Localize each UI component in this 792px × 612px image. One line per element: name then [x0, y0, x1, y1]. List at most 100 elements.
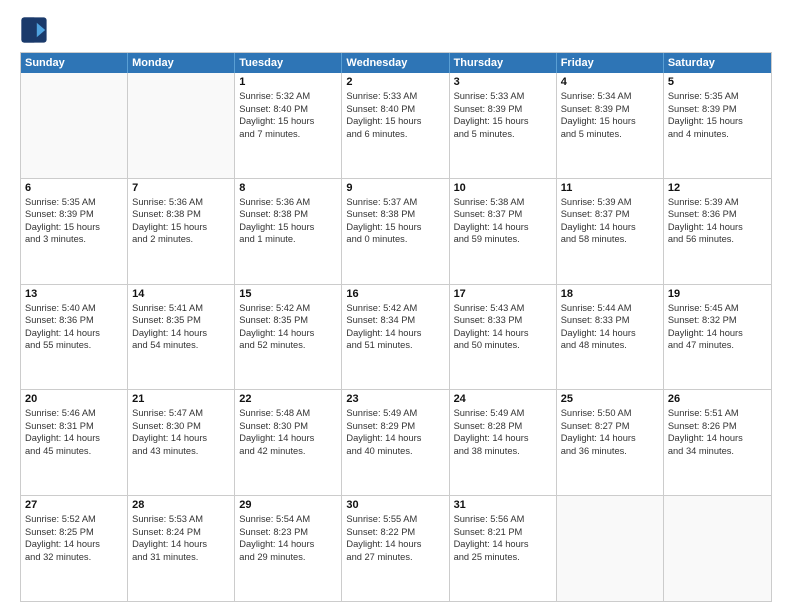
cell-line: Daylight: 14 hours — [346, 327, 444, 340]
cell-line: and 32 minutes. — [25, 551, 123, 564]
weekday-header: Thursday — [450, 53, 557, 73]
weekday-header: Tuesday — [235, 53, 342, 73]
cell-line: Sunrise: 5:48 AM — [239, 407, 337, 420]
calendar-cell: 2Sunrise: 5:33 AMSunset: 8:40 PMDaylight… — [342, 73, 449, 178]
day-number: 23 — [346, 393, 444, 405]
cell-line: Sunset: 8:35 PM — [132, 314, 230, 327]
calendar-cell: 12Sunrise: 5:39 AMSunset: 8:36 PMDayligh… — [664, 179, 771, 284]
cell-line: Sunrise: 5:36 AM — [239, 196, 337, 209]
cell-line: Sunset: 8:36 PM — [25, 314, 123, 327]
cell-line: Daylight: 14 hours — [561, 432, 659, 445]
cell-line: Sunset: 8:35 PM — [239, 314, 337, 327]
calendar-cell: 15Sunrise: 5:42 AMSunset: 8:35 PMDayligh… — [235, 285, 342, 390]
cell-line: Daylight: 14 hours — [454, 538, 552, 551]
cell-line: Sunrise: 5:39 AM — [561, 196, 659, 209]
cell-line: Sunset: 8:32 PM — [668, 314, 767, 327]
weekday-header: Sunday — [21, 53, 128, 73]
page: SundayMondayTuesdayWednesdayThursdayFrid… — [0, 0, 792, 612]
cell-line: Daylight: 15 hours — [346, 115, 444, 128]
day-number: 25 — [561, 393, 659, 405]
day-number: 22 — [239, 393, 337, 405]
cell-line: Sunrise: 5:43 AM — [454, 302, 552, 315]
weekday-header: Friday — [557, 53, 664, 73]
day-number: 15 — [239, 288, 337, 300]
cell-line: and 36 minutes. — [561, 445, 659, 458]
cell-line: Sunrise: 5:35 AM — [25, 196, 123, 209]
cell-line: and 58 minutes. — [561, 233, 659, 246]
day-number: 1 — [239, 76, 337, 88]
cell-line: Daylight: 15 hours — [132, 221, 230, 234]
calendar-cell — [557, 496, 664, 601]
weekday-header: Monday — [128, 53, 235, 73]
cell-line: Sunrise: 5:37 AM — [346, 196, 444, 209]
cell-line: Daylight: 14 hours — [25, 432, 123, 445]
cell-line: Sunrise: 5:40 AM — [25, 302, 123, 315]
cell-line: Daylight: 15 hours — [668, 115, 767, 128]
cell-line: and 34 minutes. — [668, 445, 767, 458]
cell-line: and 45 minutes. — [25, 445, 123, 458]
calendar-cell: 8Sunrise: 5:36 AMSunset: 8:38 PMDaylight… — [235, 179, 342, 284]
cell-line: and 3 minutes. — [25, 233, 123, 246]
cell-line: Daylight: 14 hours — [668, 221, 767, 234]
day-number: 18 — [561, 288, 659, 300]
cell-line: and 59 minutes. — [454, 233, 552, 246]
cell-line: Sunrise: 5:44 AM — [561, 302, 659, 315]
cell-line: and 48 minutes. — [561, 339, 659, 352]
calendar-cell: 14Sunrise: 5:41 AMSunset: 8:35 PMDayligh… — [128, 285, 235, 390]
calendar-cell: 1Sunrise: 5:32 AMSunset: 8:40 PMDaylight… — [235, 73, 342, 178]
cell-line: and 6 minutes. — [346, 128, 444, 141]
logo-icon — [20, 16, 48, 44]
header — [20, 16, 772, 44]
day-number: 5 — [668, 76, 767, 88]
day-number: 27 — [25, 499, 123, 511]
cell-line: Daylight: 14 hours — [25, 327, 123, 340]
day-number: 24 — [454, 393, 552, 405]
cell-line: Sunrise: 5:35 AM — [668, 90, 767, 103]
cell-line: Daylight: 15 hours — [346, 221, 444, 234]
calendar-cell: 25Sunrise: 5:50 AMSunset: 8:27 PMDayligh… — [557, 390, 664, 495]
cell-line: Sunrise: 5:36 AM — [132, 196, 230, 209]
calendar-row: 1Sunrise: 5:32 AMSunset: 8:40 PMDaylight… — [21, 73, 771, 178]
calendar-body: 1Sunrise: 5:32 AMSunset: 8:40 PMDaylight… — [21, 73, 771, 601]
cell-line: Sunset: 8:40 PM — [346, 103, 444, 116]
calendar-cell: 6Sunrise: 5:35 AMSunset: 8:39 PMDaylight… — [21, 179, 128, 284]
calendar-cell — [664, 496, 771, 601]
cell-line: Sunset: 8:28 PM — [454, 420, 552, 433]
cell-line: Sunset: 8:39 PM — [668, 103, 767, 116]
cell-line: Daylight: 15 hours — [239, 221, 337, 234]
day-number: 26 — [668, 393, 767, 405]
cell-line: Sunrise: 5:55 AM — [346, 513, 444, 526]
cell-line: Daylight: 14 hours — [346, 432, 444, 445]
cell-line: Daylight: 14 hours — [239, 432, 337, 445]
cell-line: and 2 minutes. — [132, 233, 230, 246]
cell-line: Sunset: 8:30 PM — [132, 420, 230, 433]
cell-line: Sunset: 8:39 PM — [454, 103, 552, 116]
day-number: 13 — [25, 288, 123, 300]
day-number: 2 — [346, 76, 444, 88]
cell-line: and 52 minutes. — [239, 339, 337, 352]
cell-line: and 7 minutes. — [239, 128, 337, 141]
calendar-row: 13Sunrise: 5:40 AMSunset: 8:36 PMDayligh… — [21, 284, 771, 390]
calendar-cell: 18Sunrise: 5:44 AMSunset: 8:33 PMDayligh… — [557, 285, 664, 390]
cell-line: and 38 minutes. — [454, 445, 552, 458]
calendar-cell — [128, 73, 235, 178]
cell-line: Sunset: 8:25 PM — [25, 526, 123, 539]
cell-line: Sunrise: 5:46 AM — [25, 407, 123, 420]
cell-line: and 56 minutes. — [668, 233, 767, 246]
calendar-row: 20Sunrise: 5:46 AMSunset: 8:31 PMDayligh… — [21, 389, 771, 495]
calendar-cell: 7Sunrise: 5:36 AMSunset: 8:38 PMDaylight… — [128, 179, 235, 284]
calendar-cell: 19Sunrise: 5:45 AMSunset: 8:32 PMDayligh… — [664, 285, 771, 390]
calendar-cell: 28Sunrise: 5:53 AMSunset: 8:24 PMDayligh… — [128, 496, 235, 601]
calendar-header: SundayMondayTuesdayWednesdayThursdayFrid… — [21, 53, 771, 73]
cell-line: Daylight: 15 hours — [239, 115, 337, 128]
cell-line: Sunset: 8:30 PM — [239, 420, 337, 433]
cell-line: and 27 minutes. — [346, 551, 444, 564]
cell-line: Sunrise: 5:47 AM — [132, 407, 230, 420]
day-number: 11 — [561, 182, 659, 194]
cell-line: and 5 minutes. — [561, 128, 659, 141]
day-number: 17 — [454, 288, 552, 300]
day-number: 4 — [561, 76, 659, 88]
calendar-cell: 27Sunrise: 5:52 AMSunset: 8:25 PMDayligh… — [21, 496, 128, 601]
calendar-cell: 9Sunrise: 5:37 AMSunset: 8:38 PMDaylight… — [342, 179, 449, 284]
cell-line: Daylight: 15 hours — [561, 115, 659, 128]
